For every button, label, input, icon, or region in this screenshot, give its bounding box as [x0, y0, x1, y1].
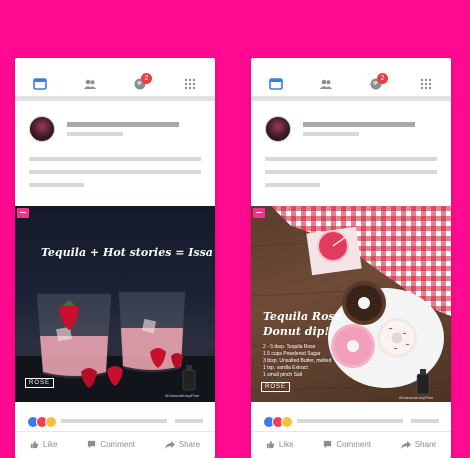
- logo-tag-icon: [253, 208, 265, 218]
- comment-label: Comment: [100, 439, 135, 449]
- text-line-placeholder: [265, 183, 320, 187]
- comment-button[interactable]: Comment: [323, 440, 371, 449]
- reaction-count-placeholder: [61, 419, 167, 423]
- recipe-list: 2 - 5 tbsp. Tequila Rose 1.5 cups Powder…: [263, 344, 331, 379]
- share-label: Share: [414, 439, 437, 449]
- timestamp-placeholder: [303, 132, 359, 136]
- haha-reaction-icon: [281, 416, 293, 428]
- hashtag-text: #ExtraordinaryPlan: [399, 395, 434, 400]
- share-label: Share: [178, 439, 201, 449]
- friends-icon[interactable]: [314, 73, 338, 95]
- avatar[interactable]: [29, 116, 55, 142]
- nav-divider: [251, 96, 451, 101]
- like-label: Like: [278, 439, 294, 449]
- reaction-summary[interactable]: [263, 416, 293, 428]
- nav-divider: [15, 96, 215, 101]
- comment-icon: [324, 440, 332, 448]
- post-card-left: 2 Tequila + Hot stories = Issa ROSE #Ext…: [15, 58, 215, 458]
- top-nav: 2: [251, 73, 451, 95]
- notifications-globe-icon[interactable]: 2: [128, 73, 152, 95]
- text-line-placeholder: [29, 157, 201, 161]
- thumbs-up-icon: [266, 440, 275, 448]
- menu-grid-icon[interactable]: [414, 73, 438, 95]
- post-image-headline: Tequila + Hot stories = Issa Plot: [41, 246, 215, 259]
- comment-icon: [88, 440, 96, 448]
- notification-badge: 2: [141, 73, 152, 84]
- hashtag-text: #ExtraordinaryPlan: [165, 393, 200, 398]
- reaction-count-placeholder: [297, 419, 403, 423]
- text-line-placeholder: [29, 170, 201, 174]
- post-actions: Like Comment Share: [251, 437, 451, 451]
- post-actions: Like Comment Share: [15, 437, 215, 451]
- like-button[interactable]: Like: [30, 440, 58, 449]
- share-icon: [164, 440, 175, 449]
- thumbs-up-icon: [30, 440, 39, 448]
- reaction-summary[interactable]: [27, 416, 57, 428]
- like-label: Like: [42, 439, 58, 449]
- post-image-headline-line2: Donut dip!: [263, 325, 330, 338]
- actions-divider: [15, 431, 215, 432]
- text-line-placeholder: [265, 170, 437, 174]
- post-image[interactable]: Tequila Rose Donut dip! 2 - 5 tbsp. Tequ…: [251, 206, 451, 402]
- actions-divider: [251, 431, 451, 432]
- top-nav: 2: [15, 73, 215, 95]
- author-name-placeholder: [67, 122, 179, 127]
- comment-count-placeholder: [175, 419, 203, 423]
- recipe-line: 1 small pinch Salt: [263, 372, 303, 378]
- comment-label: Comment: [336, 439, 371, 449]
- haha-reaction-icon: [45, 416, 57, 428]
- notification-badge: 2: [377, 73, 388, 84]
- timestamp-placeholder: [67, 132, 123, 136]
- menu-grid-icon[interactable]: [178, 73, 202, 95]
- recipe-line: 1.5 cups Powdered Sugar: [263, 351, 321, 357]
- post-image[interactable]: Tequila + Hot stories = Issa Plot ROSE #…: [15, 206, 215, 402]
- share-icon: [400, 440, 411, 449]
- avatar[interactable]: [265, 116, 291, 142]
- recipe-line: 1 tsp. vanilla Extract: [263, 365, 308, 371]
- share-button[interactable]: Share: [164, 439, 201, 449]
- comment-button[interactable]: Comment: [87, 440, 135, 449]
- home-feed-icon[interactable]: [28, 73, 52, 95]
- post-card-right: 2 Tequila Rose Donut dip! 2 - 5 tbsp. Te…: [251, 58, 451, 458]
- author-name-placeholder: [303, 122, 415, 127]
- text-line-placeholder: [265, 157, 437, 161]
- home-feed-icon[interactable]: [264, 73, 288, 95]
- text-line-placeholder: [29, 183, 84, 187]
- share-button[interactable]: Share: [400, 439, 437, 449]
- friends-icon[interactable]: [78, 73, 102, 95]
- recipe-line: 2 - 5 tbsp. Tequila Rose: [263, 344, 316, 350]
- recipe-line: 3 tbsp. Unsalted Butter, melted: [263, 358, 332, 364]
- brand-mark: ROSE: [261, 382, 291, 392]
- comment-count-placeholder: [411, 419, 439, 423]
- notifications-globe-icon[interactable]: 2: [364, 73, 388, 95]
- brand-mark: ROSE: [25, 378, 55, 388]
- post-image-headline-line1: Tequila Rose: [263, 310, 342, 323]
- like-button[interactable]: Like: [266, 440, 294, 449]
